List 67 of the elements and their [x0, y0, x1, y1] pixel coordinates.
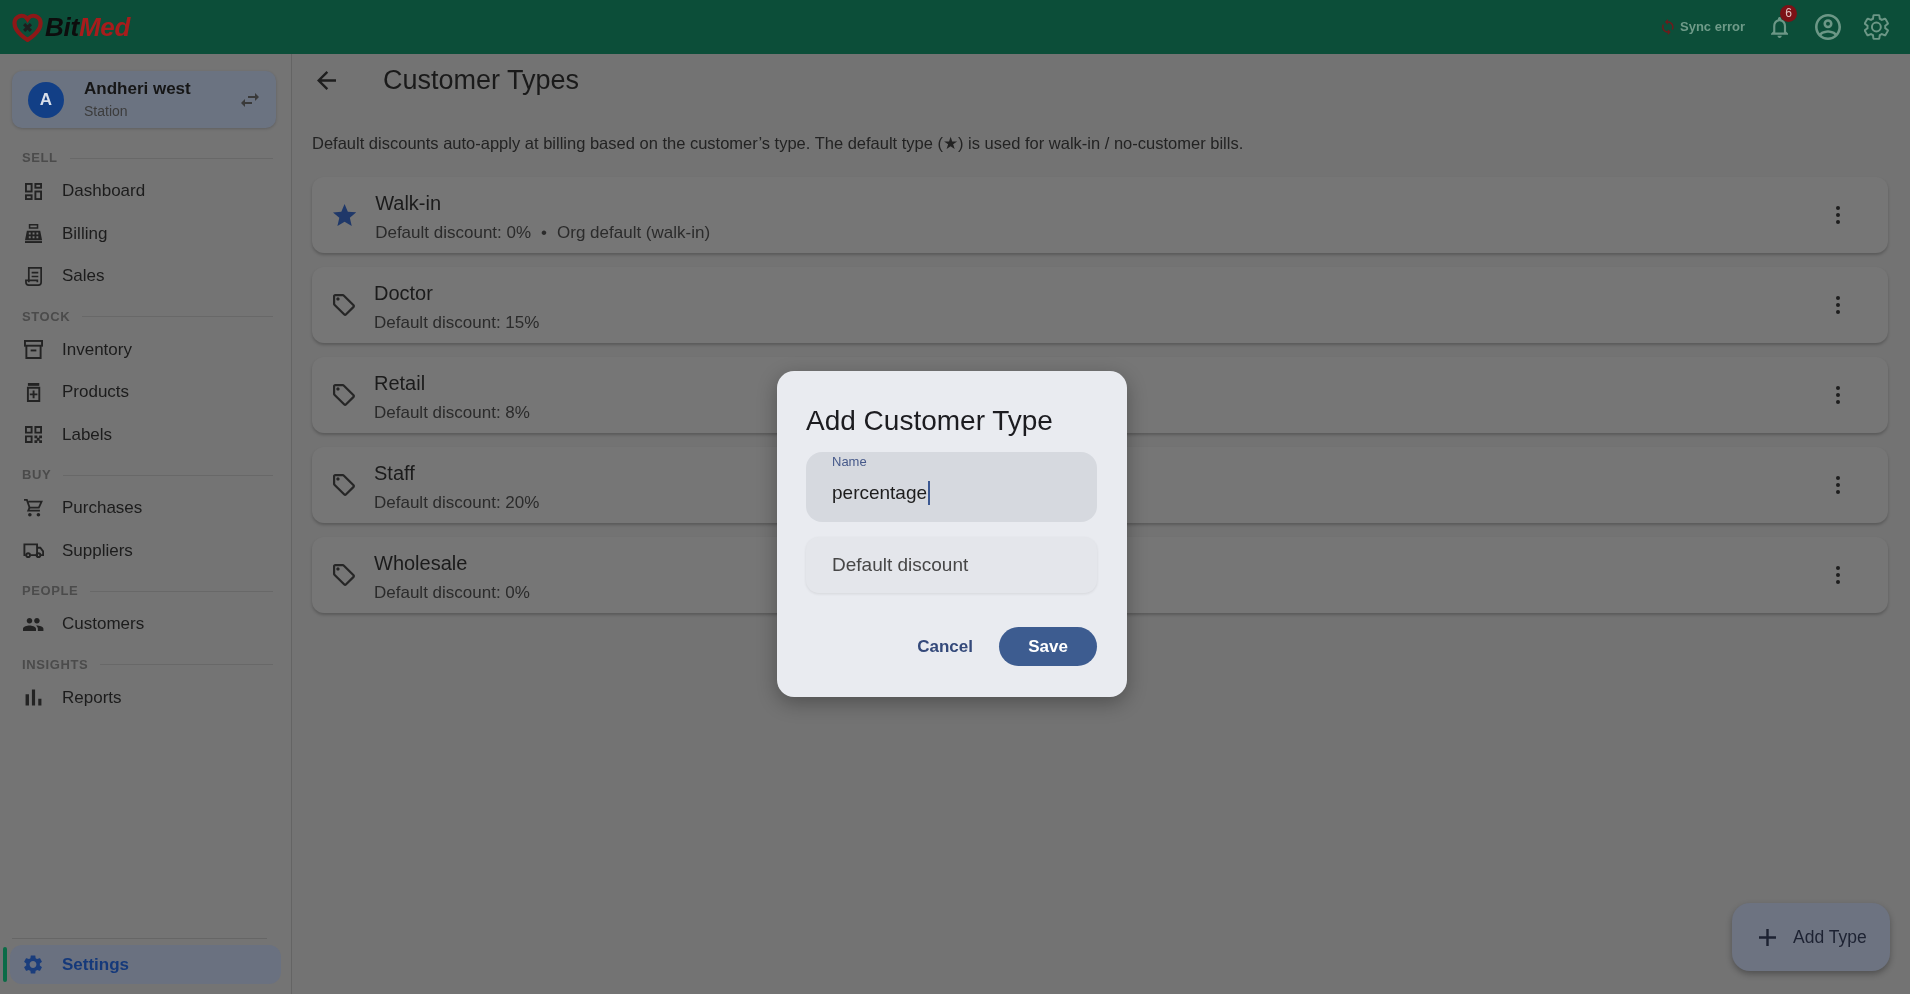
discount-text: Default discount: 0%	[374, 581, 530, 604]
grid-icon	[25, 182, 42, 200]
add-type-button[interactable]: Add Type	[1732, 903, 1890, 971]
field-label: Name	[832, 455, 867, 468]
plus-icon	[1759, 928, 1776, 946]
settings-icon	[24, 955, 43, 974]
input-field[interactable]: Name percentage	[806, 452, 1097, 522]
discount-text: Default discount: 20%	[374, 491, 540, 514]
station-switcher[interactable]: A Andheri west Station	[12, 71, 276, 128]
more-options-icon[interactable]	[1836, 206, 1840, 224]
input-field[interactable]: Default discount	[806, 537, 1097, 593]
sidebar-item[interactable]: Sales	[10, 255, 281, 298]
notification-badge: 6	[1780, 4, 1798, 22]
cart-icon	[23, 499, 44, 518]
more-options-icon[interactable]	[1836, 296, 1840, 314]
separator: •	[541, 221, 548, 244]
sidebar-item[interactable]: Products	[10, 371, 281, 414]
selection-indicator	[3, 947, 7, 982]
station-role: Station	[84, 102, 128, 120]
settings-icon[interactable]	[1864, 14, 1889, 40]
type-name: Wholesale	[374, 550, 468, 575]
sidebar-item[interactable]: Reports	[10, 676, 281, 719]
discount-text: Default discount: 8%	[374, 401, 530, 424]
receipt-icon	[24, 266, 43, 286]
people-icon	[22, 617, 45, 631]
medicine-box-icon	[25, 382, 42, 402]
sidebar-item[interactable]: Dashboard	[10, 170, 281, 213]
sidebar-item[interactable]: Inventory	[10, 328, 281, 371]
more-options-icon[interactable]	[1836, 476, 1840, 494]
sidebar-item[interactable]: Settings	[10, 945, 281, 984]
type-name: Retail	[374, 370, 426, 395]
qr-code-icon	[25, 426, 42, 444]
type-name: Staff	[374, 460, 415, 485]
sidebar-item[interactable]: Billing	[10, 212, 281, 255]
type-name: Doctor	[374, 280, 433, 305]
text-cursor-icon	[928, 481, 931, 505]
sidebar-item[interactable]: Customers	[10, 603, 281, 646]
cancel-button[interactable]: Cancel	[902, 627, 988, 666]
back-arrow-icon[interactable]	[317, 70, 336, 90]
sidebar-item[interactable]: Labels	[10, 413, 281, 456]
customer-type-card[interactable]: Doctor Default discount: 15%	[312, 267, 1888, 343]
customer-type-card[interactable]: Walk-in Default discount: 0% • Org default (walk-in)	[312, 177, 1888, 253]
type-name: Walk-in	[375, 190, 442, 215]
cash-register-icon	[24, 224, 43, 244]
page-title: Customer Types	[383, 64, 580, 96]
discount-text: Default discount: 0%	[375, 221, 532, 244]
sync-icon	[1662, 19, 1674, 35]
archive-box-icon	[24, 340, 43, 360]
sidebar-item[interactable]: Purchases	[10, 487, 281, 530]
save-button[interactable]: Save	[999, 627, 1097, 666]
dialog-title: Add Customer Type	[806, 404, 1054, 438]
sidebar-item[interactable]: Suppliers	[10, 529, 281, 572]
notifications-icon[interactable]	[1771, 16, 1789, 38]
more-options-icon[interactable]	[1836, 386, 1840, 404]
logo-text: BitMed	[45, 12, 132, 42]
avatar: A	[28, 81, 64, 118]
page-description: Default discounts auto-apply at billing based on the customer’s type. The default type (★) is used for walk-in / no-customer bills.	[312, 133, 1244, 153]
default-note: Org default (walk-in)	[557, 221, 711, 244]
account-icon[interactable]	[1815, 14, 1842, 40]
discount-text: Default discount: 15%	[374, 311, 540, 334]
more-options-icon[interactable]	[1836, 566, 1840, 584]
truck-icon	[22, 543, 45, 559]
sync-status: Sync error	[1680, 19, 1746, 35]
heart-icon	[12, 12, 44, 42]
station-name: Andheri west	[84, 79, 191, 99]
swap-icon	[241, 92, 259, 107]
bar-chart-icon	[25, 689, 42, 707]
